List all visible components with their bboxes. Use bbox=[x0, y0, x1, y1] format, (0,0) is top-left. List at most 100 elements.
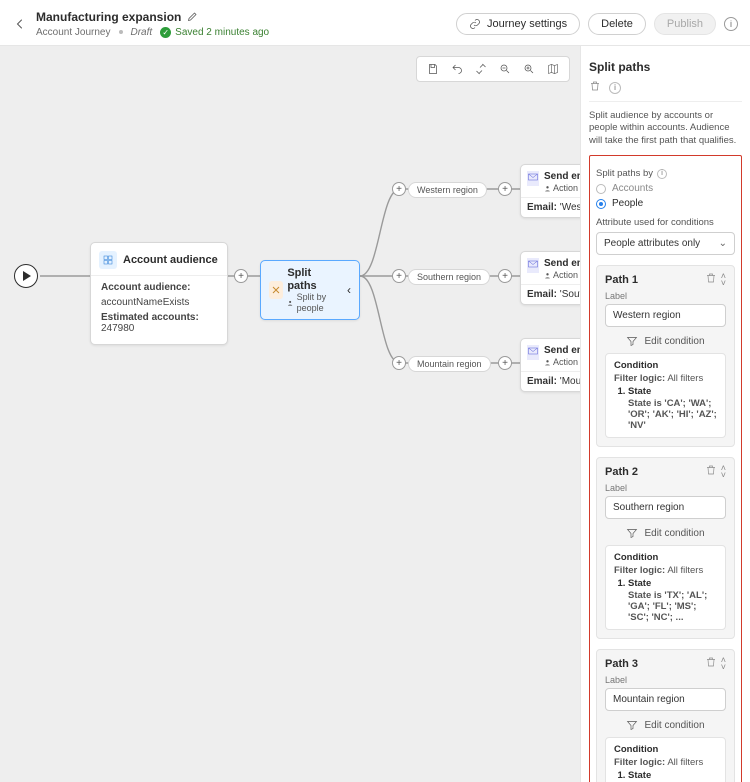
saved-text: Saved 2 minutes ago bbox=[175, 27, 269, 38]
journey-type: Account Journey bbox=[36, 27, 111, 38]
audience-icon bbox=[99, 251, 117, 269]
path-label-input[interactable]: Western region bbox=[605, 304, 726, 327]
email-body-key: Email: bbox=[527, 289, 557, 300]
email-icon bbox=[527, 171, 539, 186]
check-icon: ✓ bbox=[160, 27, 171, 38]
filter-logic-val: All filters bbox=[667, 565, 703, 576]
filter-logic-key: Filter logic: bbox=[614, 565, 665, 576]
edit-title-icon[interactable] bbox=[187, 10, 199, 25]
add-node-button[interactable]: + bbox=[392, 356, 406, 370]
delete-label: Delete bbox=[601, 18, 633, 30]
filter-logic-key: Filter logic: bbox=[614, 373, 665, 384]
email-body-key: Email: bbox=[527, 376, 557, 387]
email-icon bbox=[527, 258, 539, 273]
edit-condition-button[interactable]: Edit condition bbox=[605, 719, 726, 731]
edit-condition-button[interactable]: Edit condition bbox=[605, 527, 726, 539]
add-node-button[interactable]: + bbox=[234, 269, 248, 283]
info-icon[interactable]: i bbox=[724, 17, 738, 31]
path-card-1: Path 1 ˄˅ Label Western region Edit cond… bbox=[596, 265, 735, 447]
split-title: Split paths bbox=[287, 267, 343, 292]
journey-settings-label: Journey settings bbox=[487, 18, 567, 30]
add-node-button[interactable]: + bbox=[498, 356, 512, 370]
play-icon bbox=[23, 271, 31, 281]
condition-summary: Condition Filter logic: All filters Stat… bbox=[605, 737, 726, 782]
filter-logic-key: Filter logic: bbox=[614, 757, 665, 768]
path-label-input[interactable]: Southern region bbox=[605, 496, 726, 519]
page-title: Manufacturing expansion bbox=[36, 10, 181, 24]
split-icon bbox=[269, 281, 283, 299]
filter-icon bbox=[626, 335, 638, 347]
node-account-audience[interactable]: Account audience Account audience: accou… bbox=[90, 242, 228, 345]
add-node-button[interactable]: + bbox=[392, 182, 406, 196]
add-node-button[interactable]: + bbox=[392, 269, 406, 283]
delete-node-icon[interactable] bbox=[589, 80, 601, 95]
condition-key: State bbox=[628, 386, 717, 397]
back-icon[interactable] bbox=[12, 16, 28, 32]
condition-title: Condition bbox=[614, 552, 717, 563]
radio-people[interactable]: People bbox=[596, 198, 735, 209]
filter-logic-val: All filters bbox=[667, 373, 703, 384]
radio-accounts-label: Accounts bbox=[612, 183, 653, 194]
delete-path-icon[interactable] bbox=[705, 464, 717, 479]
filter-logic-val: All filters bbox=[667, 757, 703, 768]
journey-canvas[interactable]: Account audience Account audience: accou… bbox=[0, 46, 580, 782]
audience-key2: Estimated accounts: bbox=[101, 312, 199, 323]
path-name: Path 2 bbox=[605, 466, 638, 478]
radio-people-label: People bbox=[612, 198, 643, 209]
attribute-select[interactable]: People attributes only ⌄ bbox=[596, 232, 735, 255]
path-label-value: Southern region bbox=[613, 502, 684, 513]
path-card-2: Path 2 ˄˅ Label Southern region Edit con… bbox=[596, 457, 735, 639]
path-label-input[interactable]: Mountain region bbox=[605, 688, 726, 711]
node-split-paths[interactable]: Split paths Split by people ‹ bbox=[260, 260, 360, 320]
chevron-down-icon: ˅ bbox=[721, 664, 726, 670]
delete-path-icon[interactable] bbox=[705, 272, 717, 287]
add-node-button[interactable]: + bbox=[498, 269, 512, 283]
email-body-key: Email: bbox=[527, 202, 557, 213]
filter-icon bbox=[626, 527, 638, 539]
label-field-label: Label bbox=[605, 483, 726, 493]
status-badge: Draft bbox=[131, 27, 153, 38]
reorder-path[interactable]: ˄˅ bbox=[721, 465, 726, 478]
edit-condition-label: Edit condition bbox=[644, 720, 704, 731]
path-chip-western[interactable]: Western region bbox=[408, 182, 487, 198]
title-block: Manufacturing expansion Account Journey … bbox=[36, 10, 269, 38]
delete-button[interactable]: Delete bbox=[588, 13, 646, 35]
publish-label: Publish bbox=[667, 18, 703, 30]
person-icon bbox=[544, 359, 551, 366]
chevron-left-icon: ‹ bbox=[347, 283, 351, 297]
radio-accounts[interactable]: Accounts bbox=[596, 183, 735, 194]
reorder-path[interactable]: ˄˅ bbox=[721, 657, 726, 670]
path-chip-southern[interactable]: Southern region bbox=[408, 269, 490, 285]
reorder-path[interactable]: ˄˅ bbox=[721, 273, 726, 286]
path-label-value: Mountain region bbox=[613, 694, 685, 705]
top-actions: Journey settings Delete Publish i bbox=[456, 13, 738, 35]
audience-val2: 247980 bbox=[101, 323, 134, 334]
condition-key: State bbox=[628, 578, 717, 589]
journey-settings-button[interactable]: Journey settings bbox=[456, 13, 580, 35]
info-icon[interactable]: i bbox=[657, 169, 667, 179]
edit-condition-label: Edit condition bbox=[644, 336, 704, 347]
attribute-label: Attribute used for conditions bbox=[596, 217, 714, 228]
edit-condition-button[interactable]: Edit condition bbox=[605, 335, 726, 347]
person-icon bbox=[544, 185, 551, 192]
path-label-value: Western region bbox=[613, 310, 681, 321]
delete-path-icon[interactable] bbox=[705, 656, 717, 671]
path-name: Path 1 bbox=[605, 274, 638, 286]
add-node-button[interactable]: + bbox=[498, 182, 512, 196]
path-chip-mountain[interactable]: Mountain region bbox=[408, 356, 491, 372]
info-icon[interactable]: i bbox=[609, 82, 621, 94]
journey-start-button[interactable] bbox=[14, 264, 38, 288]
state-line: State is 'TX'; 'AL'; 'GA'; 'FL'; 'MS'; '… bbox=[628, 590, 707, 623]
radio-icon bbox=[596, 199, 606, 209]
condition-title: Condition bbox=[614, 360, 717, 371]
publish-button: Publish bbox=[654, 13, 716, 35]
audience-title: Account audience bbox=[123, 254, 218, 266]
path-card-3: Path 3 ˄˅ Label Mountain region Edit con… bbox=[596, 649, 735, 782]
radio-icon bbox=[596, 184, 606, 194]
person-icon bbox=[287, 299, 293, 307]
label-field-label: Label bbox=[605, 291, 726, 301]
filter-icon bbox=[626, 719, 638, 731]
panel-description: Split audience by accounts or people wit… bbox=[589, 101, 742, 147]
condition-title: Condition bbox=[614, 744, 717, 755]
audience-val1: accountNameExists bbox=[101, 297, 189, 308]
